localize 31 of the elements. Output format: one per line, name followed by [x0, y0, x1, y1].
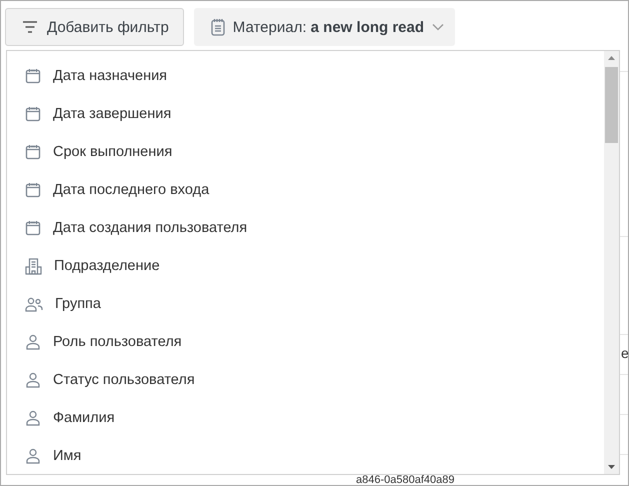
- calendar-icon: [25, 182, 41, 198]
- table-cell: e: [621, 345, 628, 361]
- calendar-icon: [25, 68, 41, 84]
- scrollbar[interactable]: [604, 51, 619, 474]
- person-icon: [25, 334, 41, 350]
- menu-item[interactable]: Дата последнего входа: [7, 171, 604, 209]
- menu-item[interactable]: Статус пользователя: [7, 361, 604, 399]
- person-icon: [25, 448, 41, 464]
- menu-item[interactable]: Дата назначения: [7, 57, 604, 95]
- person-icon: [25, 410, 41, 426]
- menu-item[interactable]: Имя: [7, 437, 604, 474]
- calendar-icon: [25, 220, 41, 236]
- menu-item[interactable]: Срок выполнения: [7, 133, 604, 171]
- group-icon: [25, 296, 43, 312]
- add-filter-button[interactable]: Добавить фильтр: [5, 8, 184, 46]
- chevron-down-icon: [432, 23, 444, 31]
- table-cell: a846-0a580af40a89: [356, 475, 454, 485]
- person-icon: [25, 372, 41, 388]
- calendar-icon: [25, 106, 41, 122]
- scrollbar-thumb[interactable]: [605, 67, 618, 143]
- menu-item[interactable]: Дата создания пользователя: [7, 209, 604, 247]
- menu-item[interactable]: Фамилия: [7, 399, 604, 437]
- calendar-icon: [25, 144, 41, 160]
- filter-icon: [22, 21, 38, 33]
- building-icon: [25, 258, 42, 274]
- menu-item[interactable]: Дата завершения: [7, 95, 604, 133]
- menu-item[interactable]: Группа: [7, 285, 604, 323]
- material-filter-button[interactable]: Материал: a new long read: [194, 8, 456, 46]
- menu-item[interactable]: Подразделение: [7, 247, 604, 285]
- notepad-icon: [210, 18, 225, 36]
- menu-item[interactable]: Роль пользователя: [7, 323, 604, 361]
